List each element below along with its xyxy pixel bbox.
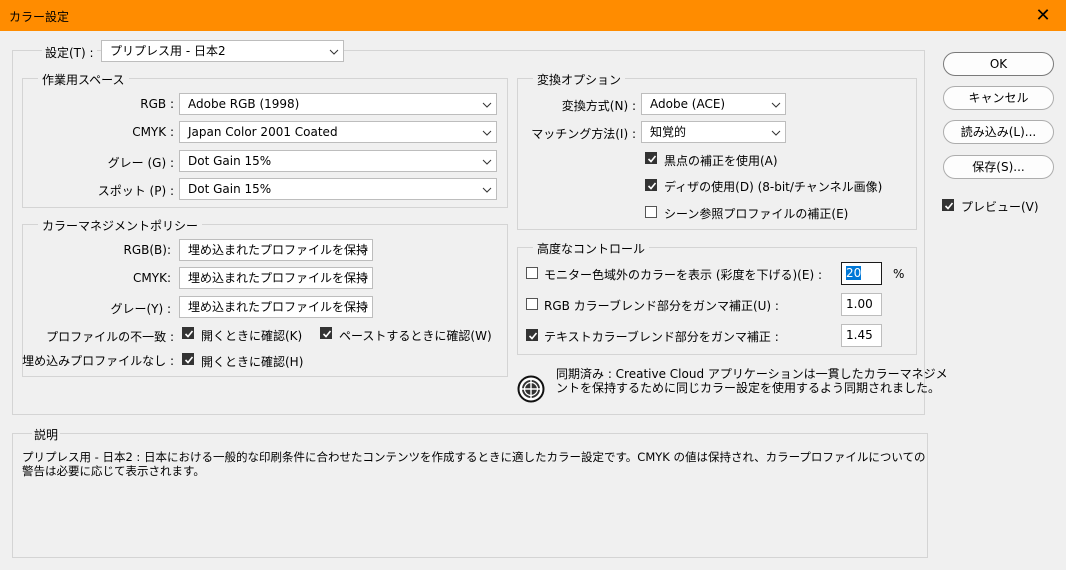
engine-label: 変換方式(N) :	[561, 99, 636, 113]
ws-gray-value: Dot Gain 15%	[188, 154, 272, 168]
ws-cmyk-value: Japan Color 2001 Coated	[188, 125, 338, 139]
sync-text-line2: ントを保持するために同じカラー設定を使用するよう同期されました。	[556, 381, 941, 395]
window-title: カラー設定	[9, 10, 70, 24]
preview-label[interactable]: プレビュー(V)	[961, 198, 1039, 215]
settings-select[interactable]: プリプレス用 - 日本2	[101, 40, 344, 62]
chevron-down-icon	[358, 268, 368, 288]
chevron-down-icon	[329, 41, 339, 61]
chevron-down-icon	[482, 122, 492, 142]
cm-cmyk-label: CMYK:	[133, 271, 171, 285]
advanced-title: 高度なコントロール	[533, 240, 650, 257]
chevron-down-icon	[482, 151, 492, 171]
blend-text-input[interactable]: 1.45	[841, 324, 882, 347]
close-icon[interactable]: ✕	[1020, 0, 1066, 31]
settings-value: プリプレス用 - 日本2	[110, 44, 226, 58]
intent-label: マッチング方法(I) :	[531, 127, 636, 141]
blend-rgb-checkbox[interactable]	[526, 298, 538, 310]
color-management-title: カラーマネジメントポリシー	[38, 217, 203, 234]
blend-rgb-label[interactable]: RGB カラーブレンド部分をガンマ補正(U) :	[544, 297, 779, 314]
cm-gray-select[interactable]: 埋め込まれたプロファイルを保持	[179, 296, 373, 318]
ws-spot-label: スポット (P) :	[97, 184, 174, 198]
settings-label: 設定(T) :	[42, 44, 97, 61]
ok-button[interactable]: OK	[943, 52, 1054, 76]
ws-rgb-select[interactable]: Adobe RGB (1998)	[179, 93, 497, 115]
description-title: 説明	[32, 426, 61, 443]
ws-cmyk-label: CMYK :	[132, 125, 174, 139]
load-button[interactable]: 読み込み(L)...	[943, 120, 1054, 144]
ws-rgb-label: RGB :	[140, 97, 174, 111]
blackpoint-label[interactable]: 黒点の補正を使用(A)	[664, 152, 778, 169]
cm-gray-label: グレー(Y) :	[110, 302, 171, 316]
blend-rgb-input[interactable]: 1.00	[841, 293, 882, 316]
cm-rgb-label: RGB(B):	[123, 243, 171, 257]
missing-open-label[interactable]: 開くときに確認(H)	[201, 353, 303, 370]
blend-text-checkbox[interactable]	[526, 329, 538, 341]
blend-rgb-value: 1.00	[846, 297, 873, 311]
missing-open-checkbox[interactable]	[182, 353, 194, 365]
desaturate-checkbox[interactable]	[526, 267, 538, 279]
description-line2: 警告は必要に応じて表示されます。	[22, 464, 205, 478]
scene-ref-checkbox[interactable]	[645, 206, 657, 218]
ws-spot-value: Dot Gain 15%	[188, 182, 272, 196]
blend-text-label[interactable]: テキストカラーブレンド部分をガンマ補正 :	[544, 328, 779, 345]
dither-checkbox[interactable]	[645, 179, 657, 191]
ws-gray-label: グレー (G) :	[107, 156, 174, 170]
engine-value: Adobe (ACE)	[650, 97, 726, 111]
chevron-down-icon	[771, 122, 781, 142]
chevron-down-icon	[358, 297, 368, 317]
chevron-down-icon	[358, 240, 368, 260]
mismatch-paste-label[interactable]: ペーストするときに確認(W)	[339, 327, 492, 344]
intent-select[interactable]: 知覚的	[641, 121, 786, 143]
intent-value: 知覚的	[650, 125, 687, 139]
scene-ref-label[interactable]: シーン参照プロファイルの補正(E)	[664, 205, 848, 222]
blend-text-value: 1.45	[846, 328, 873, 342]
mismatch-open-checkbox[interactable]	[182, 327, 194, 339]
sync-icon	[517, 375, 545, 403]
mismatch-label: プロファイルの不一致 :	[46, 330, 174, 344]
blackpoint-checkbox[interactable]	[645, 152, 657, 164]
cm-rgb-value: 埋め込まれたプロファイルを保持	[188, 243, 369, 257]
desaturate-input[interactable]: 20	[841, 262, 882, 285]
ws-rgb-value: Adobe RGB (1998)	[188, 97, 300, 111]
engine-select[interactable]: Adobe (ACE)	[641, 93, 786, 115]
mismatch-paste-checkbox[interactable]	[320, 327, 332, 339]
cancel-button[interactable]: キャンセル	[943, 86, 1054, 110]
chevron-down-icon	[482, 94, 492, 114]
preview-checkbox[interactable]	[942, 199, 954, 211]
chevron-down-icon	[771, 94, 781, 114]
title-bar: カラー設定 ✕	[0, 0, 1066, 31]
ws-spot-select[interactable]: Dot Gain 15%	[179, 178, 497, 200]
chevron-down-icon	[482, 179, 492, 199]
cm-gray-value: 埋め込まれたプロファイルを保持	[188, 300, 369, 314]
mismatch-open-label[interactable]: 開くときに確認(K)	[201, 327, 302, 344]
ws-cmyk-select[interactable]: Japan Color 2001 Coated	[179, 121, 497, 143]
conversion-title: 変換オプション	[533, 71, 626, 88]
ws-gray-select[interactable]: Dot Gain 15%	[179, 150, 497, 172]
cm-rgb-select[interactable]: 埋め込まれたプロファイルを保持	[179, 239, 373, 261]
cm-cmyk-select[interactable]: 埋め込まれたプロファイルを保持	[179, 267, 373, 289]
desaturate-value: 20	[846, 266, 862, 280]
desaturate-label[interactable]: モニター色域外のカラーを表示 (彩度を下げる)(E) :	[544, 266, 822, 283]
working-spaces-title: 作業用スペース	[38, 71, 129, 88]
dither-label[interactable]: ディザの使用(D) (8-bit/チャンネル画像)	[664, 178, 882, 195]
percent-label: %	[893, 267, 905, 281]
save-button[interactable]: 保存(S)...	[943, 155, 1054, 179]
missing-label: 埋め込みプロファイルなし :	[22, 354, 174, 368]
cm-cmyk-value: 埋め込まれたプロファイルを保持	[188, 271, 369, 285]
